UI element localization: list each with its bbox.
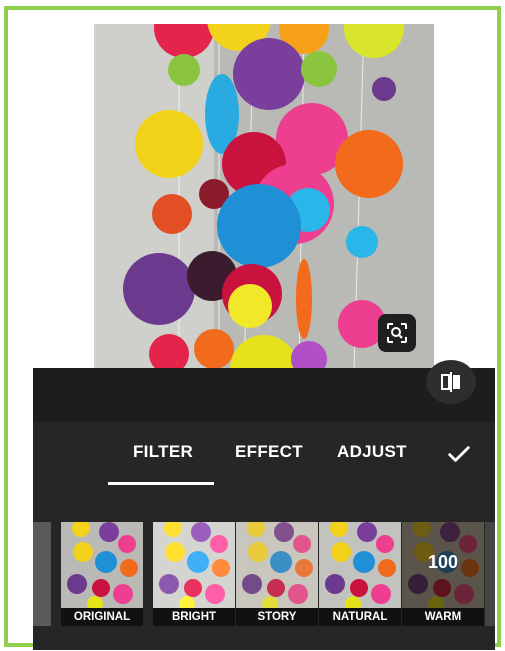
checkmark-icon[interactable] [445, 440, 473, 468]
filter-label: WARM [402, 608, 484, 626]
filter-thumb-partial [485, 522, 495, 626]
compare-split-icon [441, 372, 460, 392]
filter-label: NATURAL [319, 608, 401, 626]
filter-thumb-story[interactable]: STORY [236, 522, 318, 626]
zoom-scan-icon [387, 323, 407, 343]
filter-thumb-original[interactable]: ORIGINAL [61, 522, 143, 626]
filter-label: STORY [236, 608, 318, 626]
filter-editor-panel: FILTER EFFECT ADJUST ORIGINAL BRIGHT STO… [33, 360, 495, 650]
editor-tabs: FILTER EFFECT ADJUST [33, 422, 495, 492]
zoom-button[interactable] [378, 314, 416, 352]
compare-button[interactable] [426, 360, 476, 404]
tab-effect[interactable]: EFFECT [235, 442, 303, 462]
filter-thumb-partial [33, 522, 51, 626]
thumb-image [153, 522, 235, 608]
filter-thumb-bright[interactable]: BRIGHT [153, 522, 235, 626]
filter-thumbnail-strip[interactable]: ORIGINAL BRIGHT STORY NATURAL 100 WARM [33, 522, 495, 626]
filter-thumb-warm[interactable]: 100 WARM [402, 522, 484, 626]
tab-filter[interactable]: FILTER [133, 442, 193, 462]
thumb-image [61, 522, 143, 608]
active-tab-indicator [108, 482, 214, 485]
tab-adjust[interactable]: ADJUST [337, 442, 407, 462]
thumb-image [236, 522, 318, 608]
filter-label: BRIGHT [153, 608, 235, 626]
thumb-image [319, 522, 401, 608]
filter-label: ORIGINAL [61, 608, 143, 626]
screen-frame: FILTER EFFECT ADJUST ORIGINAL BRIGHT STO… [4, 6, 501, 650]
filter-thumb-natural[interactable]: NATURAL [319, 522, 401, 626]
filter-strength-value: 100 [427, 552, 459, 572]
